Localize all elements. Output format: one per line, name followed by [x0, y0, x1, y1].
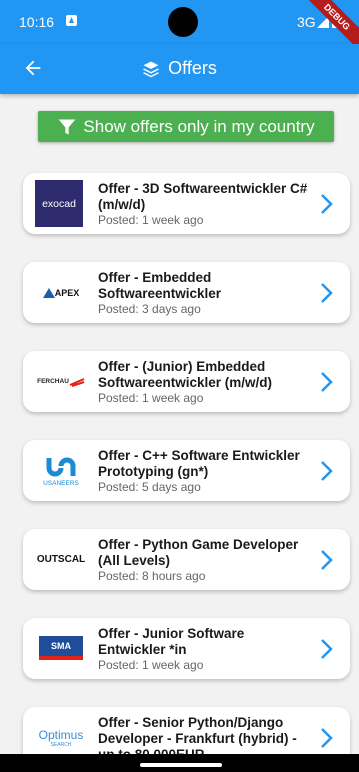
- status-time: 10:16: [19, 14, 55, 30]
- chevron-right-icon[interactable]: [320, 549, 334, 571]
- company-logo-ferchau: FERCHAU: [35, 358, 87, 405]
- optimus-logo-text: Optimus: [38, 727, 84, 742]
- chevron-right-icon[interactable]: [320, 371, 334, 393]
- network-type: 3G: [297, 14, 316, 30]
- show-my-country-button[interactable]: Show offers only in my country: [38, 111, 334, 142]
- offer-card[interactable]: FERCHAU Offer - (Junior) Embedded Softwa…: [23, 351, 350, 412]
- page-title: Offers: [168, 58, 217, 78]
- chevron-right-icon[interactable]: [320, 460, 334, 482]
- offer-card[interactable]: SMA Offer - Junior Software Entwickler *…: [23, 618, 350, 679]
- ferchau-mark-icon: [69, 377, 85, 387]
- company-logo-apex: APEX: [35, 269, 87, 316]
- offer-posted: Posted: 8 hours ago: [98, 569, 206, 583]
- apex-mark-icon: [42, 287, 55, 298]
- system-nav-bar: [0, 754, 359, 772]
- camera-cutout: [168, 7, 198, 37]
- offer-title: Offer - (Junior) Embedded Softwareentwic…: [98, 359, 273, 390]
- company-logo-outscal: OUTSCAL: [36, 554, 86, 565]
- layers-icon: [143, 61, 159, 77]
- chevron-right-icon[interactable]: [320, 193, 334, 215]
- chevron-right-icon[interactable]: [320, 727, 334, 749]
- optimus-logo-subtext: SEARCH: [50, 741, 72, 748]
- company-logo-sma: SMA: [39, 636, 83, 660]
- offer-posted: Posted: 1 week ago: [98, 658, 204, 672]
- filter-button-label: Show offers only in my country: [83, 116, 315, 136]
- offer-title: Offer - 3D Softwareentwickler C# (m/w/d): [98, 181, 308, 212]
- app-bar-title: Offers: [0, 58, 359, 79]
- notification-icon: [66, 15, 77, 26]
- offer-posted: Posted: 1 week ago: [98, 213, 204, 227]
- usaneers-mark-icon: [46, 457, 76, 477]
- app-bar: Offers: [0, 44, 359, 94]
- offers-list: exocad Offer - 3D Softwareentwickler C# …: [23, 173, 350, 772]
- chevron-right-icon[interactable]: [320, 638, 334, 660]
- company-logo-usaneers: USANEERS: [35, 447, 87, 494]
- offer-title: Offer - Python Game Developer (All Level…: [98, 537, 299, 568]
- chevron-right-icon[interactable]: [320, 282, 334, 304]
- ferchau-logo-text: FERCHAU: [37, 378, 69, 385]
- usaneers-logo-text: USANEERS: [43, 480, 79, 487]
- offer-title: Offer - C++ Software Entwickler Prototyp…: [98, 448, 300, 479]
- status-bar: 10:16 3G DEBUG: [0, 0, 359, 59]
- apex-logo-text: APEX: [54, 287, 80, 298]
- offer-card[interactable]: exocad Offer - 3D Softwareentwickler C# …: [23, 173, 350, 234]
- home-gesture-handle[interactable]: [140, 763, 222, 767]
- offer-card[interactable]: USANEERS Offer - C++ Software Entwickler…: [23, 440, 350, 501]
- offer-posted: Posted: 1 week ago: [98, 391, 204, 405]
- offer-card[interactable]: APEX Offer - Embedded Softwareentwickler…: [23, 262, 350, 323]
- company-logo-exocad: exocad: [35, 180, 83, 227]
- offer-posted: Posted: 5 days ago: [98, 480, 201, 494]
- offer-posted: Posted: 3 days ago: [98, 302, 201, 316]
- filter-icon: [59, 119, 76, 134]
- offer-title: Offer - Junior Software Entwickler *in: [98, 626, 245, 657]
- offer-card[interactable]: OUTSCAL Offer - Python Game Developer (A…: [23, 529, 350, 590]
- offer-title: Offer - Embedded Softwareentwickler: [98, 270, 222, 301]
